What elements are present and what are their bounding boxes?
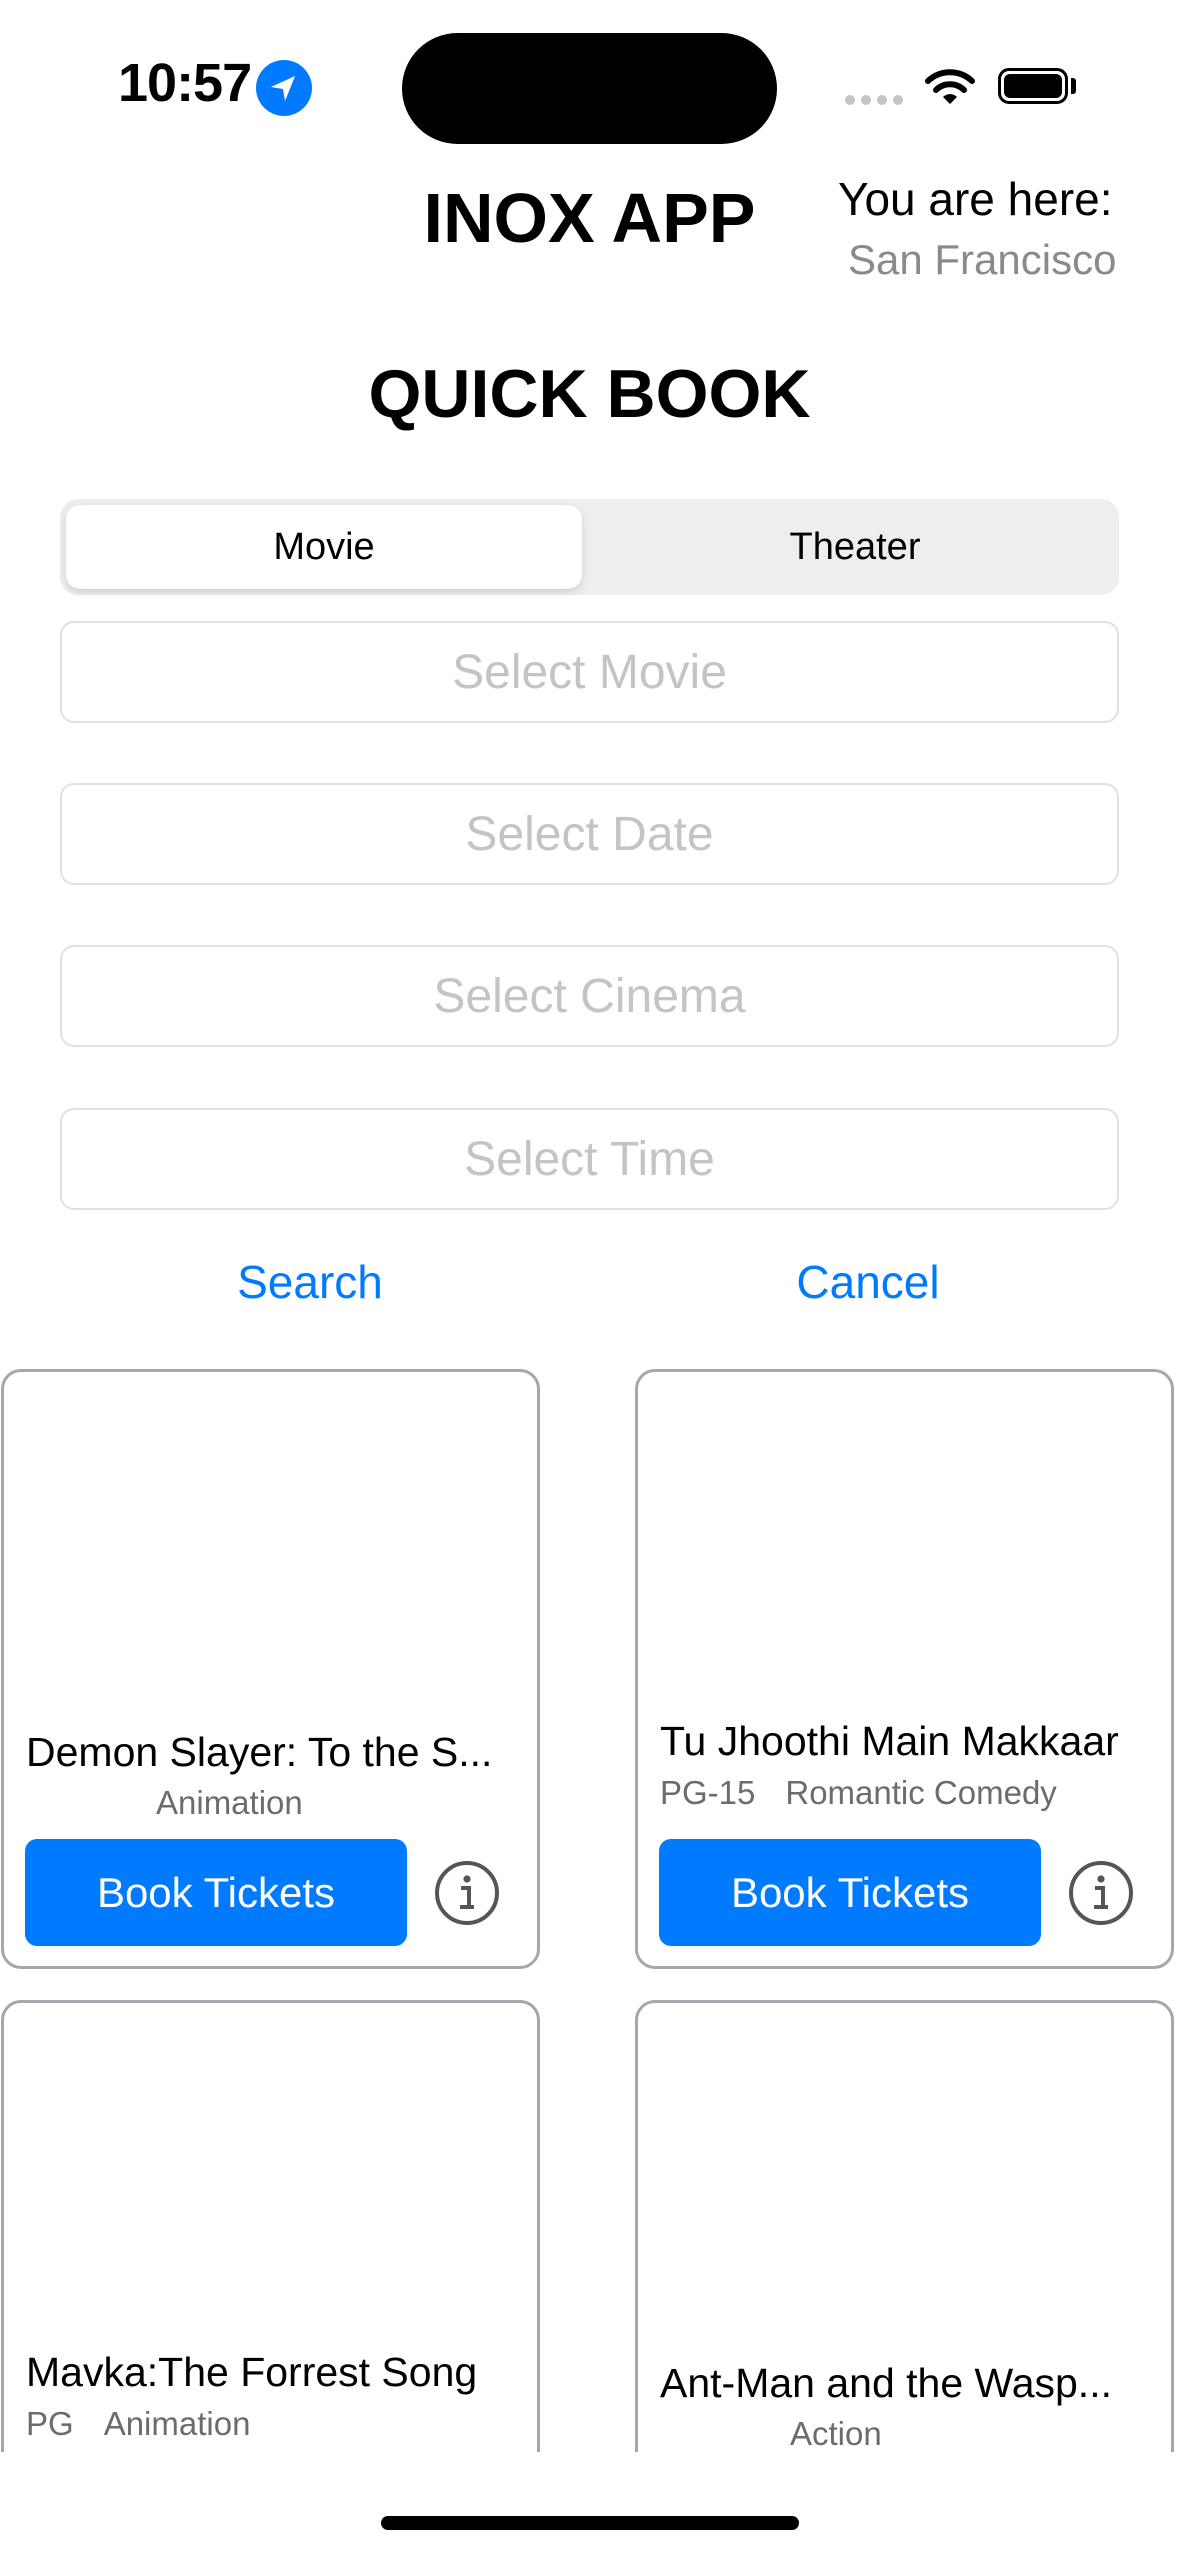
movie-title: Demon Slayer: To the S... [26,1729,493,1775]
select-movie-field[interactable] [60,621,1119,723]
screen: 10:57 INOX APP You are here: San Francis… [0,0,1179,2556]
movie-rating: PG [26,2405,74,2442]
info-circle-icon[interactable] [1068,1860,1134,1931]
battery-icon [998,68,1068,104]
cancel-button[interactable]: Cancel [718,1255,1018,1309]
cellular-signal-icon [845,95,903,105]
movie-genre: Animation [103,2405,251,2442]
movie-meta: PG-15 Romantic Comedy [660,1774,1057,1812]
location-arrow-icon [256,60,312,116]
segment-theater[interactable]: Theater [597,505,1113,589]
movie-card[interactable]: Demon Slayer: To the S... Animation Book… [1,1369,540,1969]
movie-genre: Animation [156,1784,303,1821]
wifi-icon [923,66,977,111]
movie-rating: PG-15 [660,1774,756,1811]
movie-theater-segmented-control: Movie Theater [60,499,1119,595]
select-date-field[interactable] [60,783,1119,885]
movie-title: Mavka:The Forrest Song [26,2349,478,2395]
movie-title: Tu Jhoothi Main Makkaar [660,1718,1119,1764]
movie-card[interactable]: Tu Jhoothi Main Makkaar PG-15 Romantic Co… [635,1369,1174,1969]
dynamic-island [402,33,777,144]
segment-movie[interactable]: Movie [66,505,582,589]
search-button[interactable]: Search [160,1255,460,1309]
status-time: 10:57 [118,53,252,113]
home-indicator[interactable] [381,2516,799,2530]
select-cinema-field[interactable] [60,945,1119,1047]
book-tickets-button[interactable]: Book Tickets [25,1839,407,1946]
quick-book-title: QUICK BOOK [368,356,811,432]
battery-cap [1071,78,1076,94]
movie-title: Ant-Man and the Wasp... [660,2360,1112,2406]
movie-meta: PG Animation [26,2405,250,2443]
select-time-field[interactable] [60,1108,1119,1210]
location-label: You are here: [838,173,1113,225]
info-circle-icon[interactable] [434,1860,500,1931]
book-tickets-button[interactable]: Book Tickets [659,1839,1041,1946]
movie-genre: Romantic Comedy [785,1774,1057,1811]
location-city: San Francisco [848,236,1117,283]
bottom-safe-area [0,2452,1179,2556]
movie-genre: Action [790,2415,882,2452]
